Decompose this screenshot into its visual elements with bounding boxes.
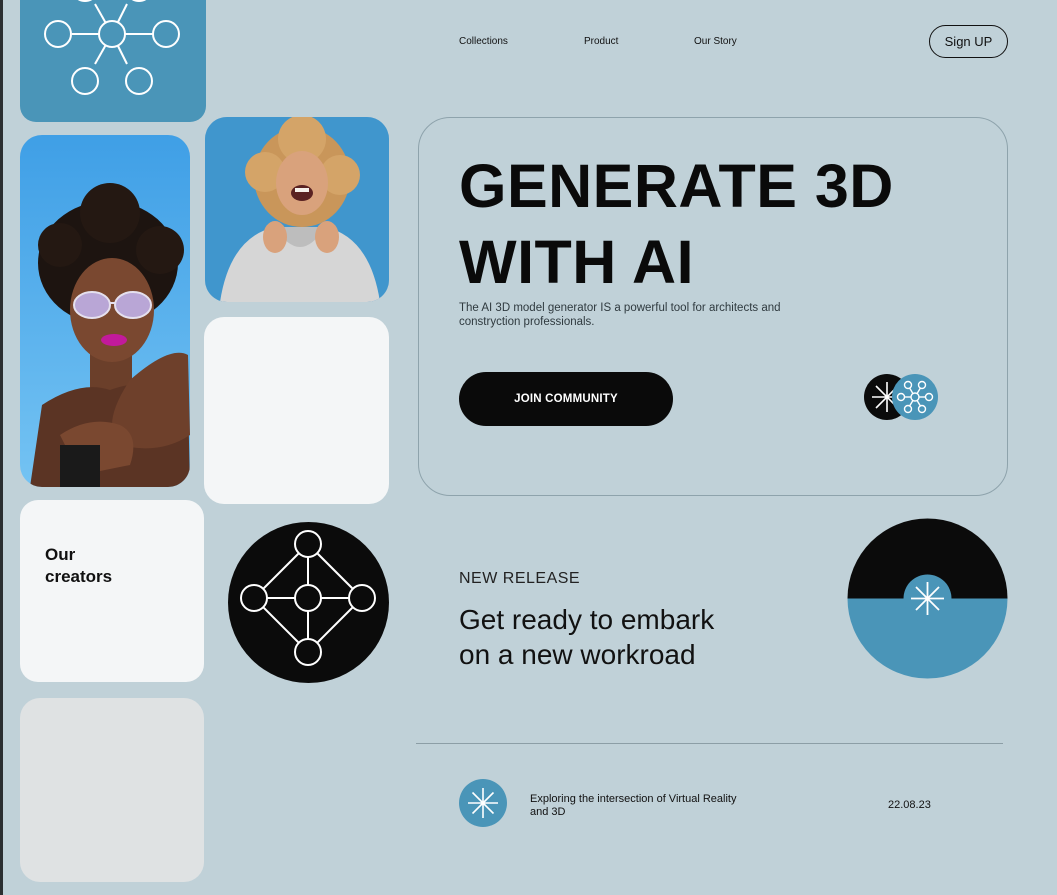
- release-title: Get ready to embark on a new workroad: [459, 602, 799, 672]
- network-icon: [44, 0, 180, 95]
- release-disc-graphic: [847, 518, 1008, 679]
- release-label: NEW RELEASE: [459, 570, 581, 587]
- hero-subtitle: The AI 3D model generator IS a powerful …: [459, 302, 781, 328]
- placeholder-card: [20, 698, 204, 882]
- our-creators-line1: Our: [45, 545, 76, 564]
- nav-our-story[interactable]: Our Story: [694, 36, 737, 47]
- hero-title: GENERATE 3D WITH AI: [459, 148, 979, 300]
- release-title-line2: on a new workroad: [459, 639, 696, 670]
- hero-title-line1: GENERATE 3D: [459, 152, 894, 220]
- window-edge: [0, 0, 3, 895]
- network-tile: [20, 0, 206, 122]
- section-divider: [416, 743, 1003, 744]
- release-title-line1: Get ready to embark: [459, 604, 715, 635]
- diamond-network-badge: [228, 522, 389, 683]
- article-title[interactable]: Exploring the intersection of Virtual Re…: [530, 793, 740, 819]
- signup-button[interactable]: Sign UP: [929, 25, 1008, 58]
- join-community-button[interactable]: JOIN COMMUNITY: [459, 372, 673, 426]
- our-creators-card[interactable]: Our creators: [20, 500, 204, 682]
- hero-title-line2: WITH AI: [459, 228, 695, 296]
- creator-photo-sunglasses[interactable]: [20, 135, 190, 487]
- creator-photo-laughing[interactable]: [205, 117, 389, 302]
- nav-product[interactable]: Product: [584, 36, 618, 47]
- article-sparkle-icon: [459, 779, 507, 827]
- our-creators-label: Our creators: [45, 544, 165, 588]
- empty-card: [204, 317, 389, 504]
- diamond-network-icon: [240, 530, 376, 666]
- article-date: 22.08.23: [888, 799, 931, 811]
- nav-collections[interactable]: Collections: [459, 36, 508, 47]
- our-creators-line2: creators: [45, 567, 113, 586]
- hero-card: GENERATE 3D WITH AI The AI 3D model gene…: [418, 117, 1008, 496]
- hero-icon-pair: [863, 374, 943, 424]
